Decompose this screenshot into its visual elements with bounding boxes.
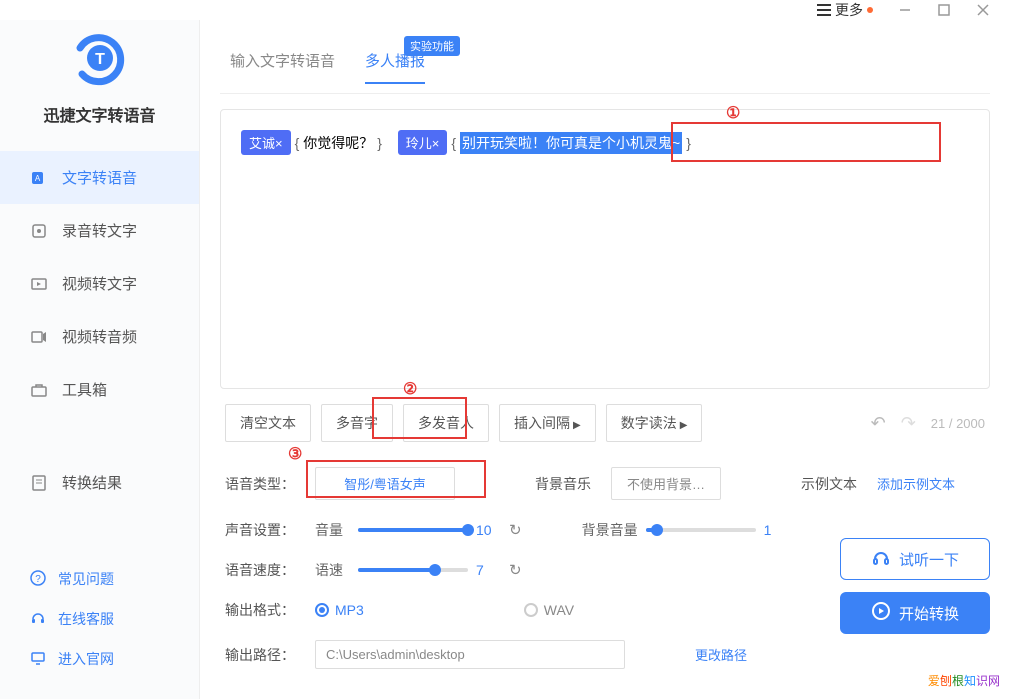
multi-speaker-button[interactable]: 多发音人 — [403, 404, 489, 442]
redo-button[interactable]: ↷ — [901, 413, 916, 434]
annotation-2: ② — [403, 379, 417, 399]
selected-text: 别开玩笑啦！你可真是个小机灵鬼~ — [460, 132, 682, 154]
app-logo-icon: T — [70, 30, 130, 90]
recording-icon — [30, 222, 48, 240]
toolbox-icon — [30, 381, 48, 399]
preview-button[interactable]: 试听一下 — [840, 538, 990, 580]
output-path-label: 输出路径： — [225, 645, 295, 665]
svg-text:?: ? — [35, 574, 41, 585]
sidebar-item-label: 视频转文字 — [62, 273, 137, 294]
insert-pause-button[interactable]: 插入间隔▶ — [499, 404, 596, 442]
sidebar-item-label: 文字转语音 — [62, 167, 137, 188]
question-icon: ? — [30, 570, 46, 589]
polyphone-button[interactable]: 多音字 — [321, 404, 393, 442]
brace-close: } — [377, 135, 382, 151]
brace-open: { — [295, 135, 300, 151]
brace-close: } — [686, 135, 691, 151]
headphones-icon — [871, 547, 891, 571]
format-mp3-radio[interactable]: MP3 — [315, 602, 364, 618]
voice-type-label: 语音类型： — [225, 474, 295, 494]
speed-sub-label: 语速 — [315, 560, 350, 580]
svg-text:T: T — [95, 51, 105, 68]
add-sample-link[interactable]: 添加示例文本 — [877, 474, 955, 493]
annotation-3: ③ — [288, 444, 302, 464]
text-editor[interactable]: 艾诚× { 你觉得呢？ } 玲儿× { 别开玩笑啦！你可真是个小机灵鬼~ } ① — [220, 109, 990, 389]
volume-value: 10 — [476, 522, 501, 538]
more-label: 更多 — [835, 0, 863, 20]
sidebar-item-label: 转换结果 — [62, 472, 122, 493]
headset-icon — [30, 610, 46, 629]
sidebar-item-toolbox[interactable]: 工具箱 — [0, 363, 199, 416]
footer-label: 常见问题 — [58, 569, 114, 589]
sidebar-item-video-text[interactable]: 视频转文字 — [0, 257, 199, 310]
voice-type-select[interactable]: 智彤/粤语女声 — [315, 467, 455, 500]
speed-slider[interactable] — [358, 568, 468, 572]
svg-text:A: A — [35, 174, 41, 183]
sidebar-item-results[interactable]: 转换结果 — [0, 456, 199, 509]
experimental-badge: 实验功能 — [404, 36, 460, 56]
sound-settings-label: 声音设置： — [225, 520, 295, 540]
video-text-icon — [30, 275, 48, 293]
video-audio-icon — [30, 328, 48, 346]
format-label: 输出格式： — [225, 600, 295, 620]
brace-open: { — [451, 135, 456, 151]
reset-volume-icon[interactable]: ↻ — [509, 521, 522, 539]
char-count: 21 / 2000 — [931, 416, 985, 431]
sidebar-item-stt[interactable]: 录音转文字 — [0, 204, 199, 257]
faq-link[interactable]: ? 常见问题 — [30, 559, 169, 599]
bgm-volume-value: 1 — [764, 522, 789, 538]
volume-slider[interactable] — [358, 528, 468, 532]
text-segment-1: 你觉得呢？ — [303, 133, 373, 153]
website-link[interactable]: 进入官网 — [30, 639, 169, 679]
format-wav-radio[interactable]: WAV — [524, 602, 574, 618]
sidebar-item-video-audio[interactable]: 视频转音频 — [0, 310, 199, 363]
watermark: 爱刨根知识网 — [928, 672, 1000, 689]
close-button[interactable] — [976, 3, 990, 17]
tab-multi-speaker[interactable]: 多人播报 实验功能 — [365, 50, 425, 83]
sidebar-item-label: 工具箱 — [62, 379, 107, 400]
output-path-input[interactable]: C:\Users\admin\desktop — [315, 640, 625, 669]
number-reading-button[interactable]: 数字读法▶ — [606, 404, 703, 442]
radio-checked-icon — [315, 603, 329, 617]
speed-value: 7 — [476, 562, 501, 578]
sidebar-item-label: 视频转音频 — [62, 326, 137, 347]
footer-label: 进入官网 — [58, 649, 114, 669]
bgm-select[interactable]: 不使用背景… — [611, 467, 721, 500]
support-link[interactable]: 在线客服 — [30, 599, 169, 639]
speed-label: 语音速度： — [225, 560, 295, 580]
clear-text-button[interactable]: 清空文本 — [225, 404, 311, 442]
app-name: 迅捷文字转语音 — [43, 102, 155, 126]
more-button[interactable]: 更多 — [817, 0, 873, 20]
sidebar-item-tts[interactable]: A 文字转语音 — [0, 151, 199, 204]
convert-button[interactable]: 开始转换 — [840, 592, 990, 634]
tab-single-tts[interactable]: 输入文字转语音 — [230, 50, 335, 83]
footer-label: 在线客服 — [58, 609, 114, 629]
dropdown-arrow-icon: ▶ — [573, 420, 581, 431]
dropdown-arrow-icon: ▶ — [680, 420, 688, 431]
sidebar-item-label: 录音转文字 — [62, 220, 137, 241]
annotation-1: ① — [726, 103, 740, 123]
undo-button[interactable]: ↶ — [871, 413, 886, 434]
sample-label: 示例文本 — [801, 474, 857, 494]
speaker-tag-2[interactable]: 玲儿× — [398, 130, 448, 155]
minimize-button[interactable] — [898, 3, 912, 17]
play-circle-icon — [871, 601, 891, 625]
bgm-volume-label: 背景音量 — [582, 520, 638, 540]
maximize-button[interactable] — [937, 3, 951, 17]
reset-speed-icon[interactable]: ↻ — [509, 561, 522, 579]
change-path-link[interactable]: 更改路径 — [695, 645, 747, 664]
results-icon — [30, 474, 48, 492]
bgm-label: 背景音乐 — [535, 474, 591, 494]
radio-unchecked-icon — [524, 603, 538, 617]
volume-label: 音量 — [315, 520, 350, 540]
monitor-icon — [30, 650, 46, 669]
bgm-volume-slider[interactable] — [646, 528, 756, 532]
speaker-tag-1[interactable]: 艾诚× — [241, 130, 291, 155]
notification-dot — [867, 7, 873, 13]
tts-icon: A — [30, 169, 48, 187]
sidebar: T 迅捷文字转语音 A 文字转语音 录音转文字 视频转文字 视频转音频 工具箱 … — [0, 20, 200, 699]
